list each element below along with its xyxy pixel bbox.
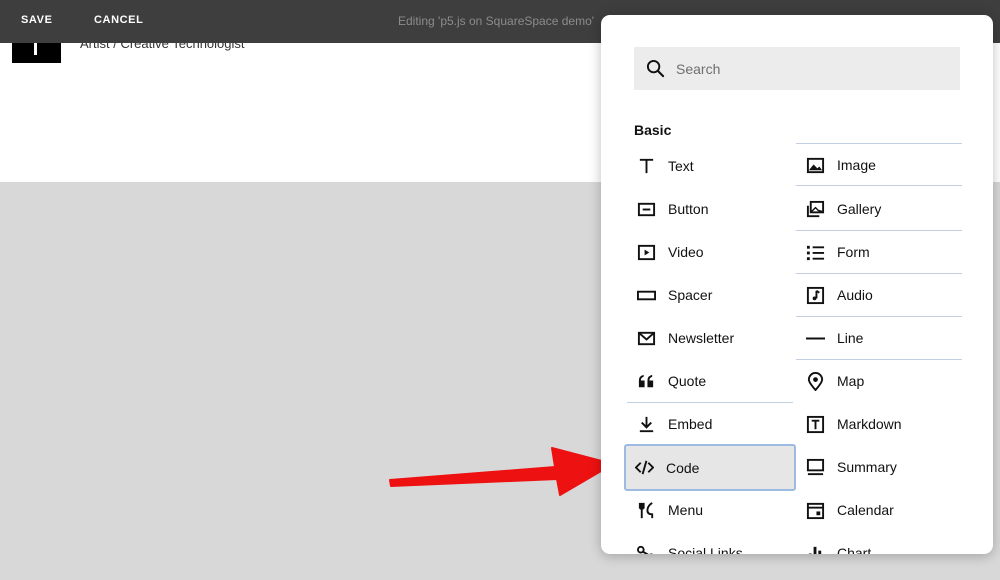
site-logo[interactable] — [12, 43, 61, 63]
block-image[interactable]: Image — [796, 143, 962, 186]
block-label: Image — [837, 157, 876, 173]
image-icon — [806, 157, 825, 174]
spacer-icon — [637, 290, 656, 301]
block-map[interactable]: Map — [796, 360, 962, 403]
line-icon — [806, 337, 825, 340]
block-label: Button — [668, 201, 709, 217]
block-calendar[interactable]: Calendar — [796, 489, 962, 532]
block-label: Gallery — [837, 201, 882, 217]
block-label: Line — [837, 330, 864, 346]
social-links-icon — [637, 545, 654, 554]
block-spacer[interactable]: Spacer — [627, 274, 793, 317]
quote-icon — [638, 374, 654, 388]
block-chart[interactable]: Chart — [796, 532, 962, 554]
block-markdown[interactable]: Markdown — [796, 403, 962, 446]
block-label: Form — [837, 244, 870, 260]
block-embed[interactable]: Embed — [627, 403, 793, 446]
map-pin-icon — [807, 372, 824, 391]
cancel-button[interactable]: CANCEL — [94, 14, 143, 26]
summary-icon — [806, 458, 825, 476]
block-line[interactable]: Line — [796, 317, 962, 360]
gallery-icon — [806, 200, 825, 218]
logo-mark — [34, 43, 37, 55]
search-field[interactable] — [634, 47, 960, 90]
block-menu[interactable]: Menu — [627, 489, 793, 532]
markdown-icon — [806, 415, 825, 434]
block-quote[interactable]: Quote — [627, 360, 793, 403]
save-button[interactable]: SAVE — [21, 14, 53, 26]
text-icon — [639, 158, 654, 174]
block-label: Newsletter — [668, 330, 735, 346]
block-label: Video — [668, 244, 704, 260]
block-video[interactable]: Video — [627, 231, 793, 274]
block-label: Markdown — [837, 416, 902, 432]
calendar-icon — [806, 502, 825, 520]
block-gallery[interactable]: Gallery — [796, 188, 962, 231]
block-text[interactable]: Text — [627, 145, 793, 188]
block-label: Menu — [668, 502, 704, 518]
block-label: Social Links — [668, 545, 743, 554]
block-newsletter[interactable]: Newsletter — [627, 317, 793, 360]
block-label: Summary — [837, 459, 897, 475]
site-tagline: Artist / Creative Technologist — [80, 43, 245, 51]
block-label: Chart — [837, 545, 872, 554]
section-title-basic: Basic — [634, 122, 672, 138]
block-social-links[interactable]: Social Links — [627, 532, 793, 554]
block-label: Text — [668, 158, 694, 174]
editing-status: Editing 'p5.js on SquareSpace demo' — [398, 14, 595, 28]
block-audio[interactable]: Audio — [796, 274, 962, 317]
red-arrow-annotation — [389, 447, 614, 496]
block-label: Quote — [668, 373, 707, 389]
embed-icon — [639, 416, 654, 433]
search-icon — [646, 59, 665, 78]
form-icon — [806, 245, 825, 261]
newsletter-icon — [637, 331, 656, 346]
block-label: Code — [666, 460, 700, 476]
block-code[interactable]: Code — [624, 444, 796, 491]
add-block-panel: Basic Text Button Video Spacer Newslette… — [601, 15, 993, 554]
block-label: Spacer — [668, 287, 713, 303]
code-icon — [635, 460, 654, 475]
block-button[interactable]: Button — [627, 188, 793, 231]
block-label: Map — [837, 373, 865, 389]
block-label: Calendar — [837, 502, 894, 518]
video-icon — [637, 244, 656, 261]
chart-icon — [808, 546, 822, 554]
audio-icon — [806, 286, 825, 305]
block-label: Audio — [837, 287, 873, 303]
block-label: Embed — [668, 416, 713, 432]
block-summary[interactable]: Summary — [796, 446, 962, 489]
menu-icon — [638, 502, 654, 519]
block-form[interactable]: Form — [796, 231, 962, 274]
search-input[interactable] — [676, 47, 956, 90]
button-icon — [637, 202, 656, 217]
